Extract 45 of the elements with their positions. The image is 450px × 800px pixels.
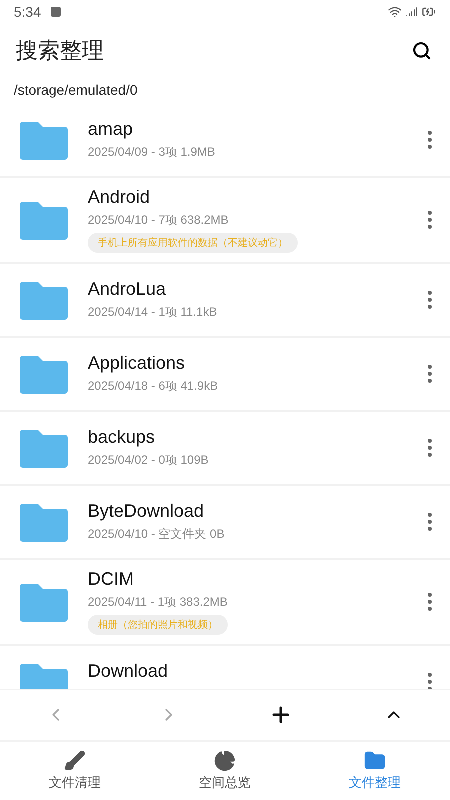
- folder-name: DCIM: [88, 569, 135, 590]
- wifi-icon: [388, 5, 402, 19]
- broom-icon: [64, 750, 86, 772]
- folder-row[interactable]: ByteDownload 2025/04/10 - 空文件夹 0B: [0, 486, 450, 560]
- folder-icon: [20, 428, 68, 468]
- folder-tag: 手机上所有应用软件的数据（不建议动它）: [88, 233, 298, 253]
- nav-tab[interactable]: 文件清理: [0, 742, 150, 800]
- folder-row[interactable]: Download: [0, 646, 450, 689]
- folder-name: Download: [88, 660, 170, 682]
- folder-meta: 2025/04/18 - 6项 41.9kB: [88, 378, 220, 395]
- folder-icon: [20, 582, 68, 622]
- folder-icon: [20, 280, 68, 320]
- folder-row[interactable]: AndroLua 2025/04/14 - 1项 11.1kB: [0, 264, 450, 338]
- folder-row[interactable]: Applications 2025/04/18 - 6项 41.9kB: [0, 338, 450, 412]
- folder-meta: 2025/04/09 - 3项 1.9MB: [88, 144, 216, 161]
- folder-meta: 2025/04/10 - 7项 638.2MB: [88, 212, 230, 229]
- folder-icon: [364, 750, 386, 772]
- notification-icon: [51, 7, 62, 17]
- signal-icon: [406, 6, 418, 18]
- folder-row[interactable]: DCIM 2025/04/11 - 1项 383.2MB 相册（您拍的照片和视频）: [0, 560, 450, 646]
- folder-icon: [20, 120, 68, 160]
- folder-meta: 2025/04/02 - 0项 109B: [88, 452, 210, 469]
- folder-meta: 2025/04/10 - 空文件夹 0B: [88, 526, 226, 543]
- current-path: /storage/emulated/0: [13, 81, 139, 100]
- folder-icon: [20, 502, 68, 542]
- battery-icon: [422, 5, 436, 19]
- nav-tab[interactable]: 文件整理: [300, 742, 450, 800]
- folder-row[interactable]: backups 2025/04/02 - 0项 109B: [0, 412, 450, 486]
- folder-name: AndroLua: [88, 279, 168, 300]
- app-title: 搜索整理: [16, 37, 104, 65]
- folder-icon: [20, 354, 68, 394]
- status-time: 5:34: [14, 4, 42, 20]
- folder-name: ByteDownload: [88, 501, 206, 522]
- folder-meta: 2025/04/11 - 1项 383.2MB: [88, 594, 229, 611]
- folder-meta: 2025/04/14 - 1项 11.1kB: [88, 304, 218, 321]
- folder-icon: [20, 200, 68, 240]
- folder-name: backups: [88, 427, 156, 448]
- folder-tag: 相册（您拍的照片和视频）: [88, 615, 228, 635]
- folder-row[interactable]: Android 2025/04/10 - 7项 638.2MB 手机上所有应用软件的数据（不建议动它）: [0, 178, 450, 264]
- folder-name: Android: [88, 187, 152, 208]
- nav-tab[interactable]: 空间总览: [150, 742, 300, 800]
- folder-name: Applications: [88, 353, 186, 374]
- folder-row[interactable]: amap 2025/04/09 - 3项 1.9MB: [0, 104, 450, 178]
- folder-name: amap: [88, 119, 134, 140]
- pie-chart-icon: [214, 750, 236, 772]
